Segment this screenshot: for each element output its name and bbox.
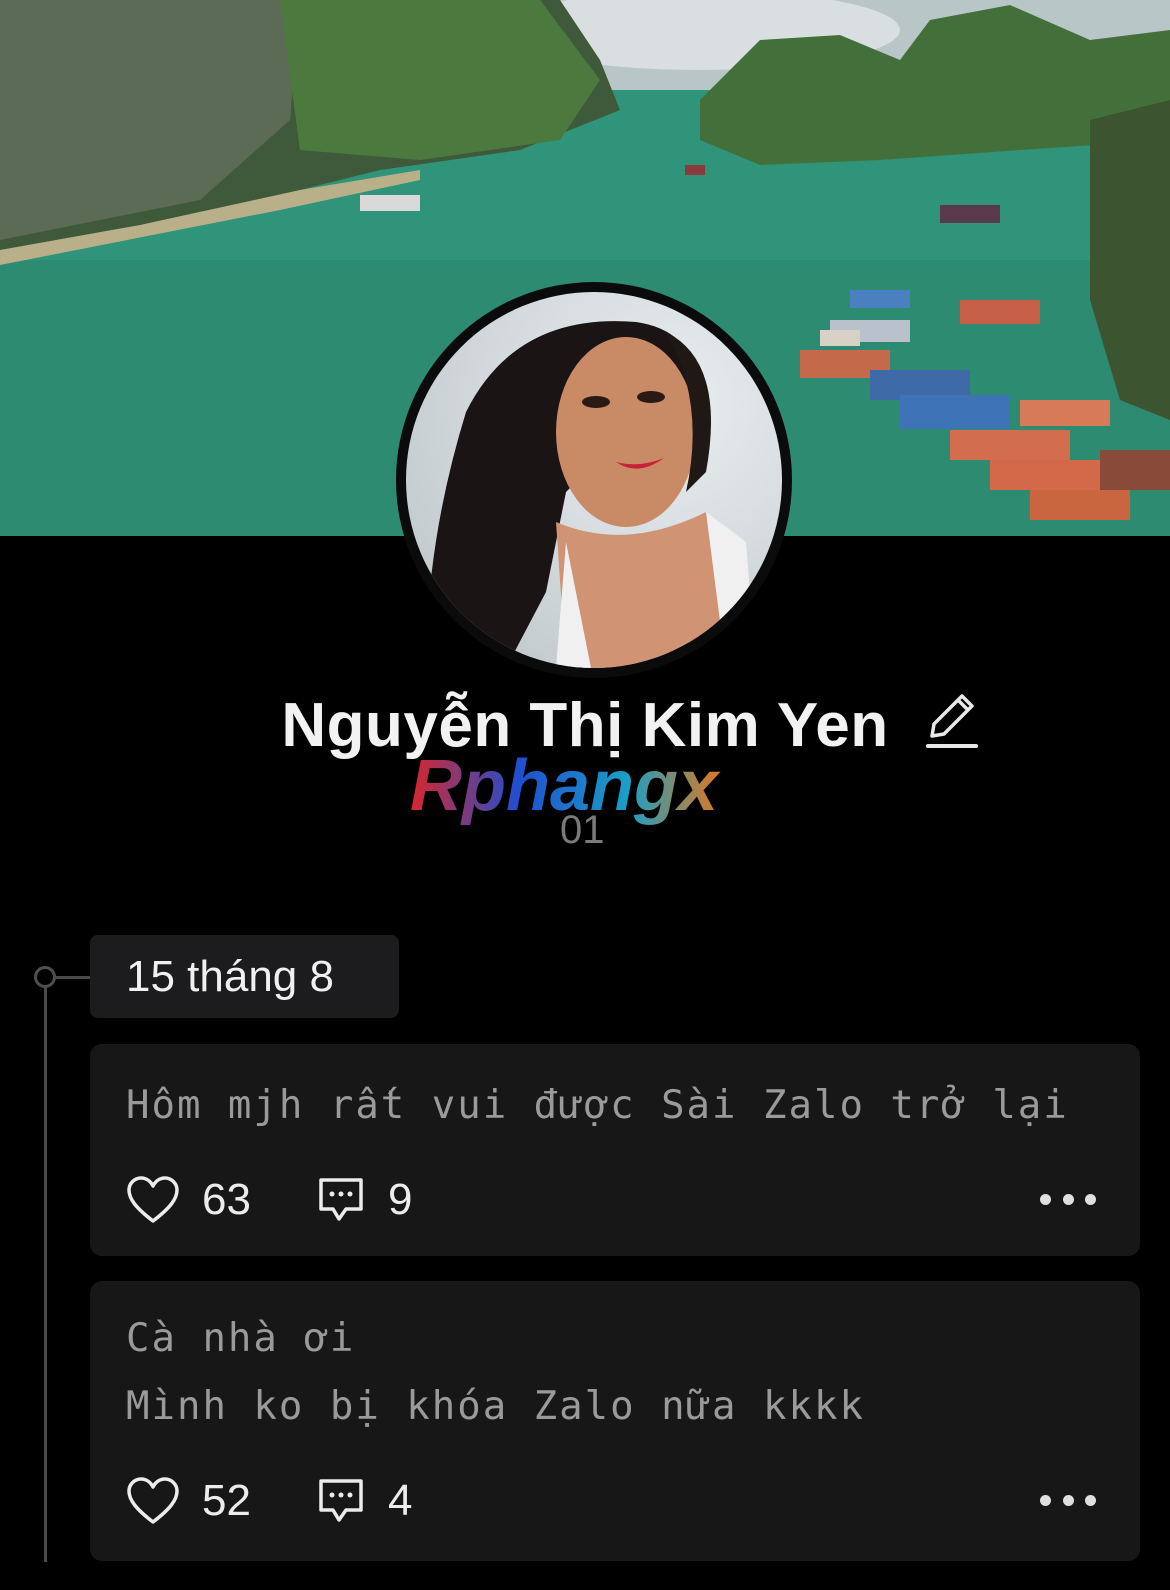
timeline-connector — [56, 976, 90, 979]
profile-sub-label: 01 — [560, 808, 605, 852]
more-icon[interactable] — [1040, 1194, 1096, 1206]
comment-icon — [319, 1479, 363, 1522]
post-card[interactable]: Hôm mjh rất vui được Sài Zalo trở lại 63… — [90, 1044, 1140, 1256]
profile-name: Nguyễn Thị Kim Yen — [281, 691, 889, 760]
post-text: Hôm mjh rất vui được Sài Zalo trở lại — [126, 1083, 1069, 1128]
like-count: 52 — [202, 1476, 251, 1525]
comment-count: 9 — [388, 1175, 413, 1224]
like-button[interactable]: 52 — [126, 1471, 251, 1531]
avatar-photo — [406, 292, 782, 668]
more-icon[interactable] — [1040, 1495, 1096, 1507]
comment-button[interactable]: 9 — [316, 1170, 412, 1230]
timeline-dot — [34, 966, 56, 988]
post-text-line-1: Cà nhà ơi — [126, 1316, 356, 1361]
like-count: 63 — [202, 1175, 251, 1224]
heart-icon — [127, 1176, 179, 1223]
post-text-line-2: Mình ko bị khóa Zalo nữa kkkk — [126, 1384, 865, 1429]
post-card[interactable]: Cà nhà ơi Mình ko bị khóa Zalo nữa kkkk … — [90, 1281, 1140, 1561]
timeline-line — [44, 976, 47, 1562]
comment-count: 4 — [388, 1476, 413, 1525]
edit-icon[interactable] — [924, 690, 980, 752]
comment-icon — [319, 1178, 363, 1221]
heart-icon — [127, 1477, 179, 1524]
like-button[interactable]: 63 — [126, 1170, 251, 1230]
avatar[interactable] — [396, 282, 792, 678]
comment-button[interactable]: 4 — [316, 1471, 412, 1531]
date-badge: 15 tháng 8 — [90, 935, 399, 1018]
